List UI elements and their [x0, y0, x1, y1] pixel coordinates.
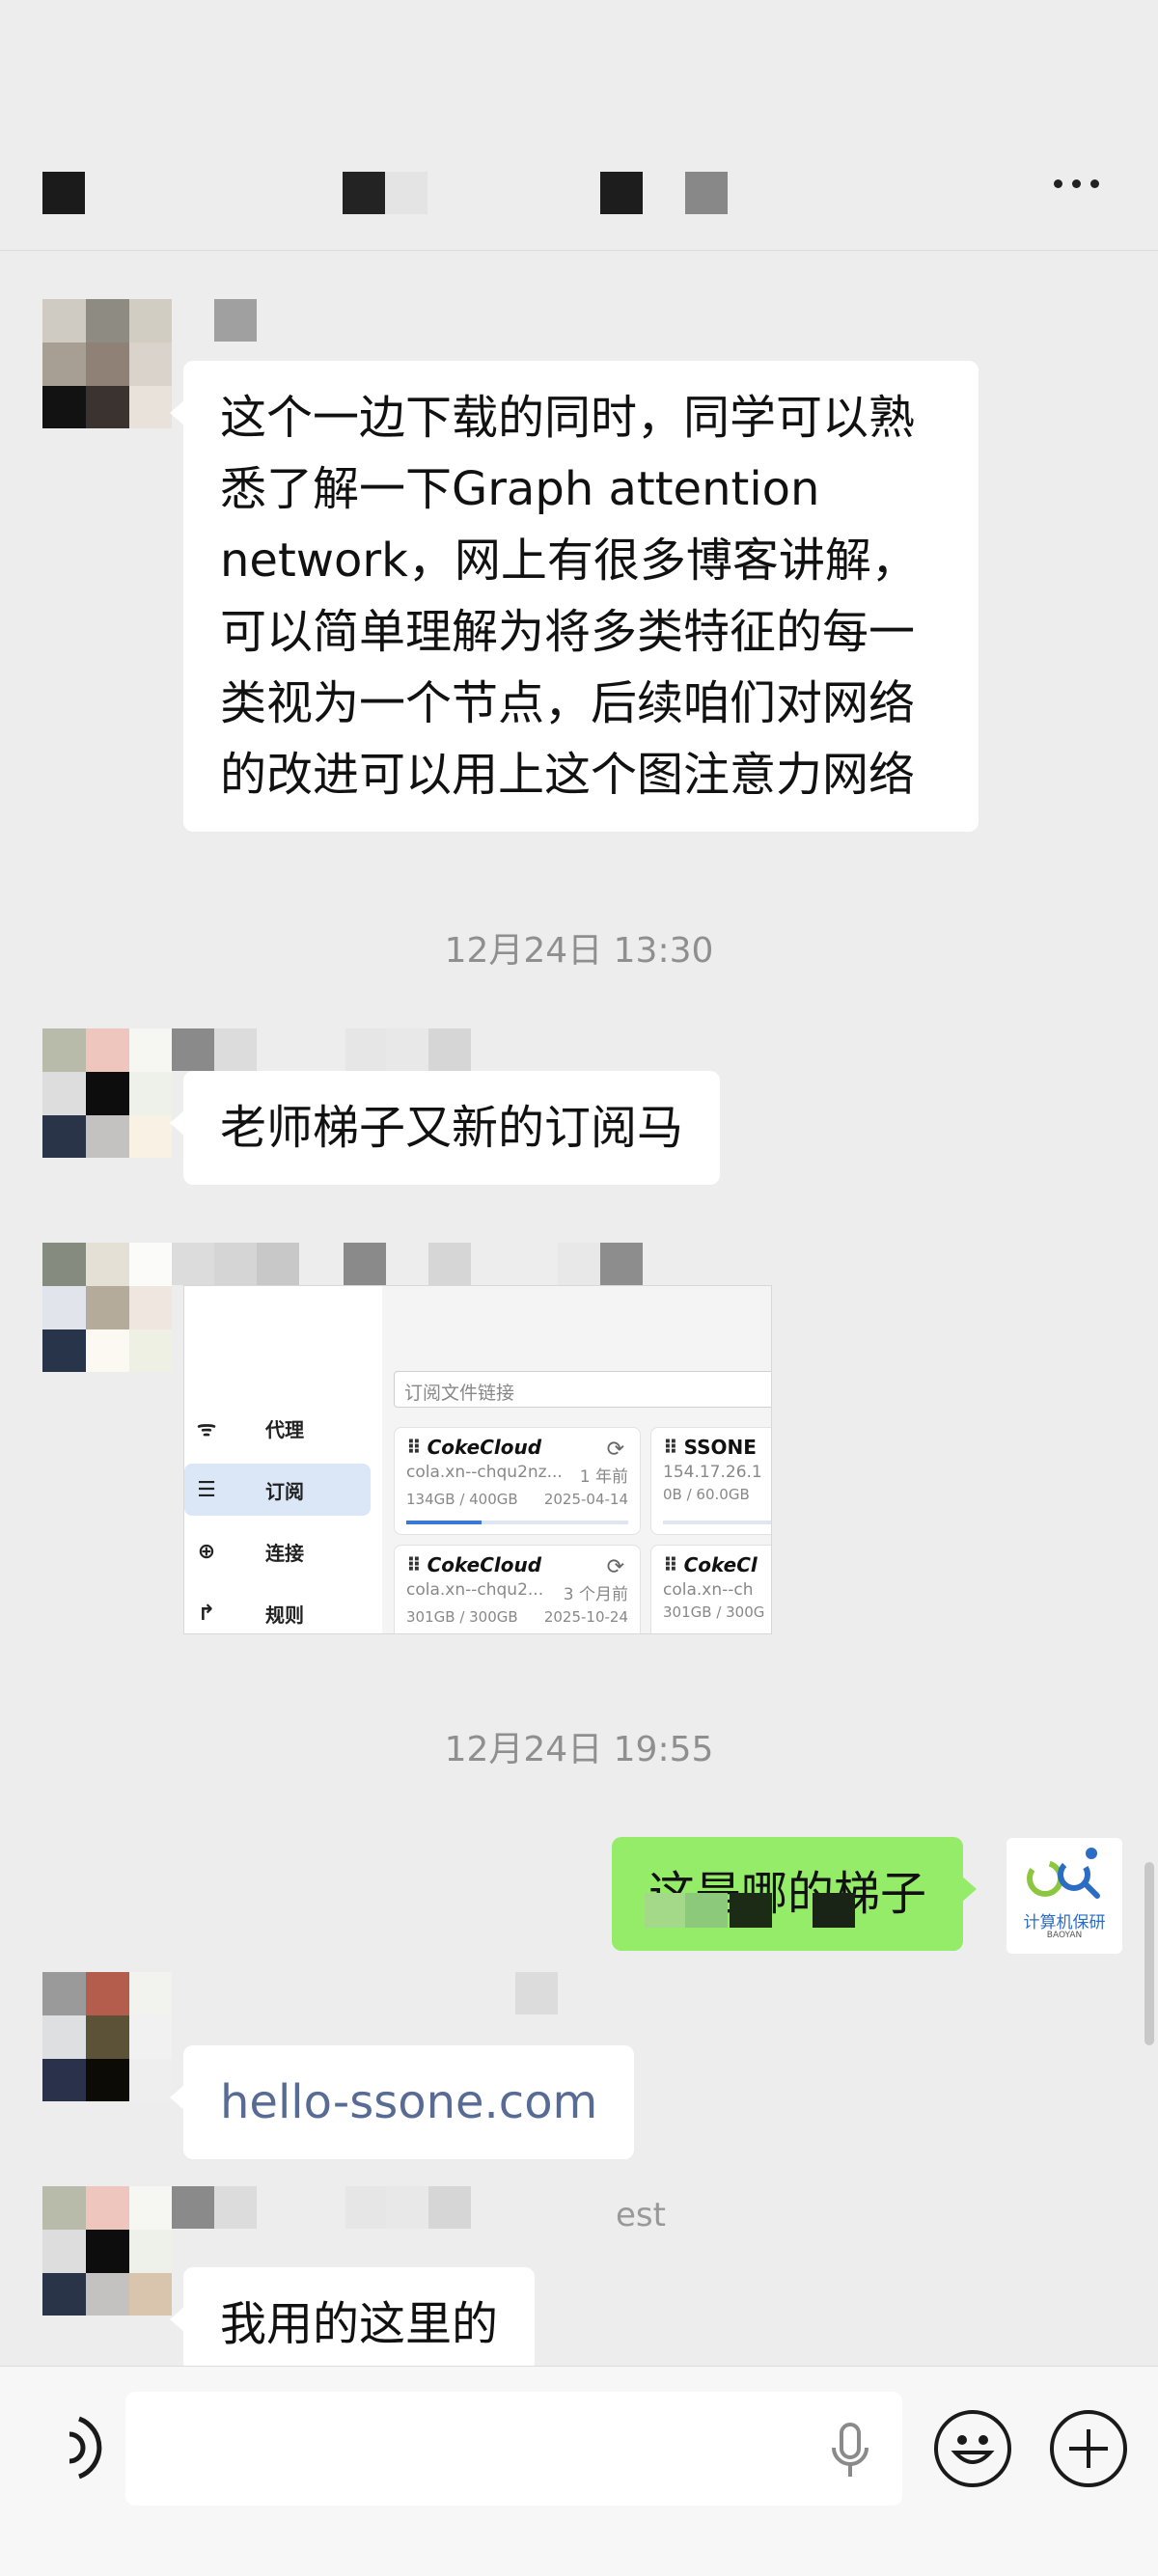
- avatar[interactable]: [42, 1972, 172, 2101]
- message-line: 悉了解一下Graph attention: [220, 462, 820, 516]
- voice-mode-icon[interactable]: [50, 2409, 118, 2486]
- server-icon: ☰: [197, 1477, 216, 1502]
- sender-name: [515, 1972, 558, 2014]
- card-name: CokeCl: [683, 1553, 758, 1576]
- message-bubble[interactable]: 我用的这里的: [169, 2267, 536, 2381]
- sender-name: [172, 1028, 481, 1071]
- app-main: 订阅文件链接 ⠿ CokeCloud ⟳ cola.xn--chqu2nz... 1…: [382, 1286, 771, 1633]
- avatar[interactable]: [42, 1028, 172, 1158]
- title-pixel-block: [42, 172, 85, 214]
- chat-header: [0, 0, 1158, 251]
- subscription-url-input: 订阅文件链接: [394, 1371, 771, 1408]
- image-message[interactable]: ᯤ 代理 ☰ 订阅 ⊕ 连接 ↱ 规则 订阅文件链接 ⠿ CokeCloud ⟳ …: [183, 1285, 772, 1634]
- subscription-card: ⠿ CokeCloud ⟳ cola.xn--chqu2... 3 个月前 301G…: [394, 1545, 641, 1633]
- avatar[interactable]: [42, 1243, 172, 1372]
- usage-bar-fill: [406, 1521, 482, 1524]
- card-usage: 301GB / 300GB: [406, 1608, 518, 1626]
- message-line: 的改进可以用上这个图注意力网络: [220, 748, 916, 802]
- nav-item-connections: ⊕ 连接: [184, 1525, 371, 1577]
- plus-button[interactable]: [1050, 2410, 1127, 2487]
- nav-label: 规则: [265, 1603, 304, 1627]
- logo-icon: [1027, 1848, 1100, 1899]
- nav-label: 连接: [265, 1541, 304, 1565]
- title-pixel-block: [685, 172, 728, 214]
- card-date: 2025-04-14: [543, 1491, 628, 1508]
- card-date: 2025-10-24: [543, 1608, 628, 1626]
- message-bubble[interactable]: 老师梯子又新的订阅马: [169, 1071, 721, 1185]
- title-pixel-block: [385, 172, 427, 214]
- input-bar: [0, 2366, 1158, 2576]
- card-age: 1 年前: [579, 1467, 628, 1487]
- title-pixel-block: [600, 172, 643, 214]
- message-text: 我用的这里的: [220, 2297, 499, 2351]
- card-usage: 301GB / 300G: [663, 1603, 765, 1621]
- message-line: 可以简单理解为将多类特征的每一: [220, 605, 916, 659]
- message-line: network，网上有很多博客讲解，: [220, 534, 918, 588]
- card-usage: 134GB / 400GB: [406, 1491, 518, 1508]
- title-pixel-block: [343, 172, 385, 214]
- message-input[interactable]: [125, 2392, 902, 2506]
- usage-bar: [663, 1521, 771, 1524]
- plus-icon: [1069, 2429, 1108, 2468]
- sender-name-fragment: est: [616, 2196, 666, 2234]
- avatar-caption: 计算机保研: [1023, 1913, 1106, 1932]
- card-host: cola.xn--ch: [663, 1580, 754, 1600]
- card-age: 3 个月前: [563, 1585, 628, 1604]
- timestamp: 12月24日 13:30: [444, 931, 714, 971]
- redaction-block: [813, 1893, 855, 1928]
- more-icon: [1053, 178, 1062, 188]
- message-line: 类视为一个节点，后续咱们对网络: [220, 676, 916, 730]
- message-link[interactable]: hello-ssone.com: [220, 2075, 597, 2129]
- sender-name: [172, 2186, 481, 2229]
- nav-label: 代理: [265, 1417, 304, 1441]
- card-usage: 0B / 60.0GB: [663, 1486, 750, 1503]
- timestamp: 12月24日 19:55: [444, 1730, 714, 1769]
- avatar-subcaption: BAOYAN: [1046, 1931, 1083, 1940]
- nav-item-proxy: ᯤ 代理: [184, 1402, 371, 1454]
- nav-label: 订阅: [265, 1479, 304, 1503]
- nav-item-subscription: ☰ 订阅: [184, 1464, 371, 1516]
- more-options-button[interactable]: [1042, 164, 1110, 203]
- redaction-block: [730, 1893, 772, 1928]
- subscription-card: ⠿ CokeCl cola.xn--ch 301GB / 300G: [650, 1545, 771, 1633]
- redaction-block: [685, 1893, 728, 1928]
- message-bubble[interactable]: 这个一边下载的同时，同学可以熟 悉了解一下Graph attention net…: [170, 361, 979, 832]
- emoji-button[interactable]: [934, 2410, 1011, 2487]
- scrollbar[interactable]: [1144, 1862, 1154, 2045]
- subscription-card: ⠿ CokeCloud ⟳ cola.xn--chqu2nz... 1 年前 134…: [394, 1427, 641, 1535]
- refresh-icon: ⟳: [606, 1555, 624, 1579]
- mic-icon[interactable]: [828, 2421, 872, 2482]
- emoji-icon: [951, 2435, 995, 2464]
- card-host: cola.xn--chqu2nz...: [406, 1463, 563, 1482]
- usage-bar: [406, 1521, 628, 1524]
- subscription-card: ⠿ SSONE 154.17.26.1 0B / 60.0GB: [650, 1427, 771, 1535]
- message-text: 老师梯子又新的订阅马: [220, 1101, 684, 1155]
- route-icon: ↱: [197, 1601, 216, 1626]
- refresh-icon: ⟳: [606, 1438, 624, 1462]
- nav-item-rules: ↱ 规则: [184, 1587, 371, 1633]
- message-bubble[interactable]: hello-ssone.com: [169, 2045, 635, 2159]
- app-sidebar: ᯤ 代理 ☰ 订阅 ⊕ 连接 ↱ 规则: [184, 1286, 382, 1633]
- card-name: SSONE: [683, 1436, 757, 1459]
- globe-icon: ⊕: [197, 1539, 216, 1564]
- card-name: CokeCloud: [427, 1553, 542, 1576]
- avatar[interactable]: [42, 2186, 172, 2316]
- avatar[interactable]: [42, 299, 172, 428]
- message-line: 这个一边下载的同时，同学可以熟: [220, 391, 916, 445]
- sender-name: [214, 299, 257, 342]
- card-name: CokeCloud: [427, 1436, 542, 1459]
- wifi-icon: ᯤ: [196, 1417, 217, 1441]
- my-avatar[interactable]: 计算机保研 BAOYAN: [1006, 1838, 1122, 1954]
- card-host: cola.xn--chqu2...: [406, 1580, 544, 1600]
- card-host: 154.17.26.1: [663, 1463, 762, 1482]
- sender-name: [172, 1243, 645, 1285]
